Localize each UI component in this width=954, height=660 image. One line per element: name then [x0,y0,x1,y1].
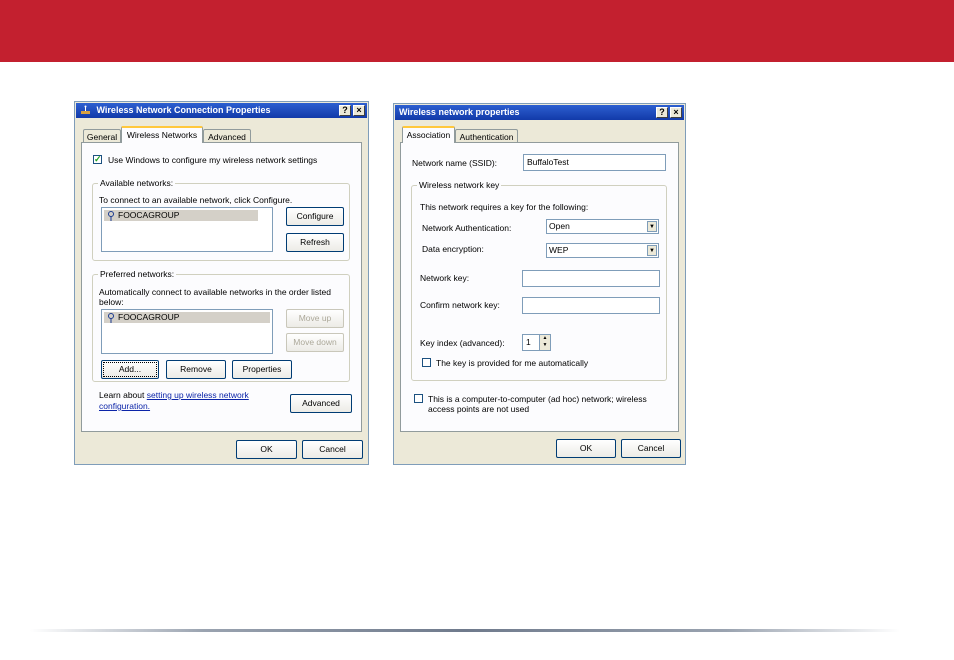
confirm-key-label: Confirm network key: [420,300,500,310]
auto-key-label: The key is provided for me automatically [436,358,589,368]
setup-wireless-link-1[interactable]: setting up wireless network [147,390,249,400]
add-button[interactable]: Add... [101,360,159,379]
footer-divider [30,629,900,632]
network-adapter-icon [80,105,91,115]
ssid-input[interactable]: BuffaloTest [523,154,666,171]
wireless-network-properties-dialog: Wireless network properties ? × Associat… [393,103,686,465]
confirm-key-input[interactable] [522,297,660,314]
encryption-select[interactable]: WEP ▼ [546,243,659,258]
list-item[interactable]: FOOCAGROUP [104,210,258,221]
right-tab-panel: Network name (SSID): BuffaloTest Wireles… [400,142,679,432]
move-down-button[interactable]: Move down [286,333,344,352]
remove-button[interactable]: Remove [166,360,226,379]
network-key-input[interactable] [522,270,660,287]
left-tab-panel: Use Windows to configure my wireless net… [81,142,362,432]
key-index-spinner[interactable]: ▲ ▼ [539,334,551,351]
auth-value: Open [549,221,570,231]
move-up-button[interactable]: Move up [286,309,344,328]
preferred-networks-list[interactable]: FOOCAGROUP [101,309,273,354]
list-item[interactable]: FOOCAGROUP [104,312,270,323]
network-key-label: Network key: [420,273,470,283]
tab-association[interactable]: Association [402,126,455,143]
left-help-button[interactable]: ? [339,105,351,116]
preferred-networks-hint-2: below: [99,297,124,307]
available-networks-list[interactable]: FOOCAGROUP [101,207,273,252]
key-hint: This network requires a key for the foll… [420,202,589,212]
right-cancel-button[interactable]: Cancel [621,439,681,458]
wireless-connection-properties-dialog: Wireless Network Connection Properties ?… [74,101,369,465]
left-dialog-title: Wireless Network Connection Properties [96,105,271,115]
wireless-antenna-icon [107,313,115,323]
wireless-key-title: Wireless network key [417,180,502,190]
right-dialog-title: Wireless network properties [399,107,520,117]
tab-wireless-networks[interactable]: Wireless Networks [121,126,203,143]
left-cancel-button[interactable]: Cancel [302,440,363,459]
key-index-label: Key index (advanced): [420,338,505,348]
advanced-button[interactable]: Advanced [290,394,352,413]
adhoc-checkbox[interactable] [414,394,423,403]
learn-about-prefix: Learn about [99,390,145,400]
configure-button[interactable]: Configure [286,207,344,226]
wireless-antenna-icon [107,211,115,221]
refresh-button[interactable]: Refresh [286,233,344,252]
adhoc-label-1: This is a computer-to-computer (ad hoc) … [428,394,647,404]
left-close-button[interactable]: × [353,105,365,116]
preferred-networks-hint-1: Automatically connect to available netwo… [99,287,331,297]
chevron-down-icon[interactable]: ▼ [647,245,657,256]
preferred-network-name: FOOCAGROUP [118,312,180,322]
use-windows-checkbox[interactable] [93,154,102,165]
use-windows-label: Use Windows to configure my wireless net… [108,155,318,165]
right-help-button[interactable]: ? [656,107,668,118]
available-networks-hint: To connect to an available network, clic… [99,195,293,205]
right-ok-button[interactable]: OK [556,439,616,458]
auto-key-checkbox[interactable] [422,358,431,367]
key-index-input[interactable]: 1 [522,334,540,351]
left-ok-button[interactable]: OK [236,440,297,459]
chevron-down-icon[interactable]: ▼ [647,221,657,232]
ssid-label: Network name (SSID): [412,158,498,168]
preferred-networks-title: Preferred networks: [98,269,177,279]
adhoc-label-2: access points are not used [428,404,530,414]
learn-about-text: Learn about setting up wireless network [99,390,249,400]
encryption-label: Data encryption: [422,244,484,254]
properties-button[interactable]: Properties [232,360,292,379]
right-titlebar: Wireless network properties ? × [395,105,684,120]
encryption-value: WEP [549,245,569,255]
available-network-name: FOOCAGROUP [118,210,180,220]
auth-select[interactable]: Open ▼ [546,219,659,234]
left-titlebar: Wireless Network Connection Properties ?… [76,103,367,118]
setup-wireless-link-2[interactable]: configuration. [99,401,150,411]
right-close-button[interactable]: × [670,107,682,118]
header-banner [0,0,954,62]
auth-label: Network Authentication: [422,223,512,233]
available-networks-title: Available networks: [98,178,176,188]
